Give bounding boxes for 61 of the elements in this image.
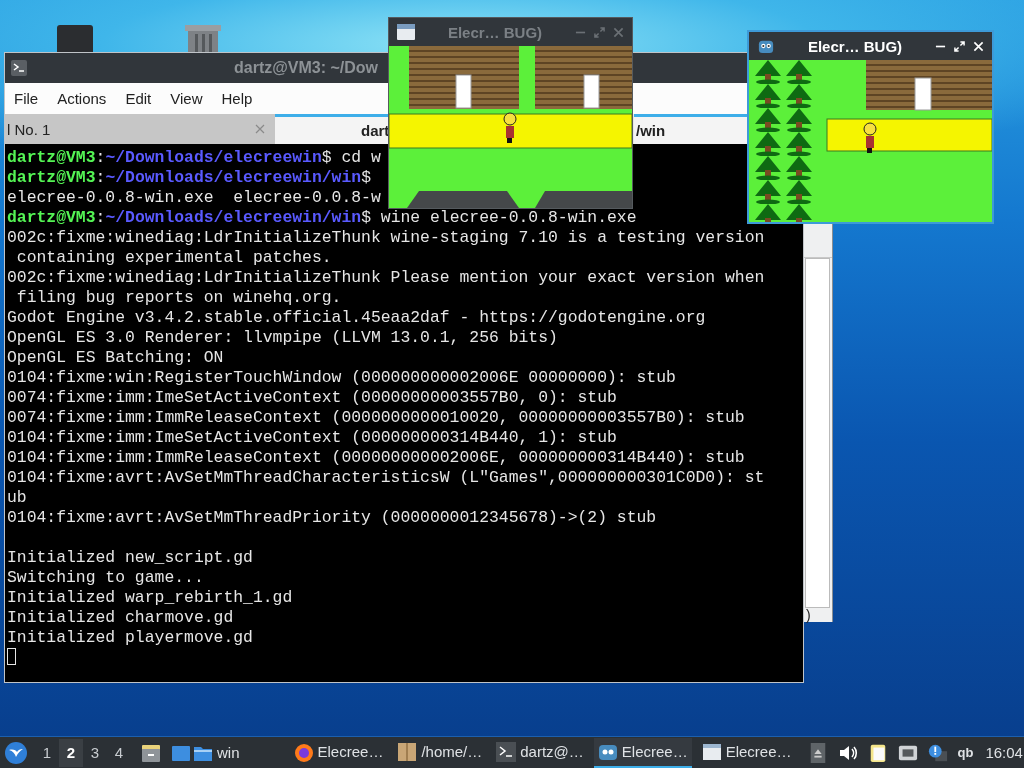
terminal-line: 002c:fixme:winediag:LdrInitializeThunk wine-staging 7.10 is a testing version	[7, 228, 766, 248]
terminal-line: 0074:fixme:imm:ImmReleaseContext (0000000000010020, 00000000003557B0): stub	[7, 408, 746, 428]
task-button[interactable]: Elecree…	[593, 737, 692, 768]
terminal-line: Initialized warp_rebirth_1.gd	[7, 588, 294, 608]
clock[interactable]: 16:04	[985, 744, 1023, 761]
terminal-line: 0104:fixme:win:RegisterTouchWindow (000000000002006E 00000000): stub	[7, 368, 677, 388]
terminal-line: filing bug reports on winehq.org.	[15, 288, 343, 308]
terminal-line: dartz@VM3:~/Downloads/elecreewin/win$	[7, 168, 372, 188]
workspace-button[interactable]: 2	[59, 738, 83, 767]
browser-icon	[293, 741, 314, 762]
terminal-line: 0074:fixme:imm:ImeSetActiveContext (00000000003557B0, 0): stub	[7, 388, 618, 408]
terminal-line: Godot Engine v3.4.2.stable.official.45eaa2daf - https://godotengine.org	[7, 308, 707, 328]
terminal-line: elecree-0.0.8-win.exe elecree-0.0.8-w	[7, 188, 382, 208]
tab[interactable]: l No. 1	[5, 114, 275, 144]
task-button[interactable]: Elecree…	[697, 737, 796, 768]
terminal-line: 0104:fixme:avrt:AvSetMmThreadCharacteristicsW (L"Games",000000000301C0D0): st	[7, 468, 766, 488]
text-cursor	[7, 648, 16, 665]
terminal-line: dartz@VM3:~/Downloads/elecreewin$ cd w	[7, 148, 382, 168]
terminal-line: Initialized playermove.gd	[7, 628, 254, 648]
trash-icon[interactable]	[185, 25, 221, 52]
terminal-line: OpenGL ES 3.0 Renderer: llvmpipe (LLVM 13.0.1, 256 bits)	[7, 328, 559, 348]
notification-icon[interactable]	[927, 742, 948, 763]
bird-icon	[5, 741, 27, 764]
terminal-line: Switching to game...	[7, 568, 205, 588]
cabinet-icon[interactable]	[141, 742, 161, 763]
window-title: dartz@VM3: ~/Dow	[234, 59, 379, 77]
tab[interactable]: dart	[275, 114, 391, 144]
terminal-line: 002c:fixme:winediag:LdrInitializeThunk Please mention your exact version when	[7, 268, 766, 288]
terminal-line: 0104:fixme:imm:ImmReleaseContext (000000000002006E, 000000000314B440): stub	[7, 448, 746, 468]
tray-icon[interactable]: qb	[957, 745, 974, 760]
window-icon	[701, 741, 722, 762]
window-icon	[397, 24, 415, 40]
menu-item[interactable]: View	[170, 90, 203, 107]
tab-label[interactable]: /win	[636, 122, 666, 139]
menu-item[interactable]: Help	[221, 90, 253, 107]
terminal-line: OpenGL ES Batching: ON	[7, 348, 225, 368]
menu-item[interactable]: Edit	[125, 90, 152, 107]
workspace-button[interactable]: 4	[107, 738, 131, 767]
terminal-icon	[496, 741, 517, 762]
computer-icon[interactable]	[55, 25, 95, 52]
window-text: )	[806, 607, 811, 623]
folder-button[interactable]: win	[193, 742, 240, 763]
package-icon	[397, 741, 418, 762]
robot-icon	[757, 38, 775, 54]
task-button[interactable]: Elecree…	[289, 737, 388, 768]
terminal-line: dartz@VM3:~/Downloads/elecreewin/win$ wine elecree-0.0.8-win.exe	[7, 208, 638, 228]
task-button[interactable]: /home/…	[393, 737, 487, 768]
window-title: Elecr… BUG)	[806, 37, 904, 55]
menu-item[interactable]: Actions	[57, 90, 107, 107]
task-button[interactable]: dartz@…	[492, 737, 588, 768]
window-title: Elecr… BUG)	[446, 23, 544, 41]
terminal-line: containing experimental patches.	[15, 248, 333, 268]
terminal-line: 0104:fixme:imm:ImeSetActiveContext (000000000314B440, 1): stub	[7, 428, 618, 448]
workspace-button[interactable]: 1	[35, 738, 59, 767]
menu-item[interactable]: File	[14, 90, 39, 107]
terminal-line: Initialized charmove.gd	[7, 608, 235, 628]
terminal-line: ub	[7, 488, 28, 508]
terminal-line: Initialized new_script.gd	[7, 548, 254, 568]
workspace-button[interactable]: 3	[83, 738, 107, 767]
terminal-line: 0104:fixme:avrt:AvSetMmThreadPriority (0000000012345678)->(2) stub	[7, 508, 658, 528]
terminal-icon	[11, 60, 27, 76]
